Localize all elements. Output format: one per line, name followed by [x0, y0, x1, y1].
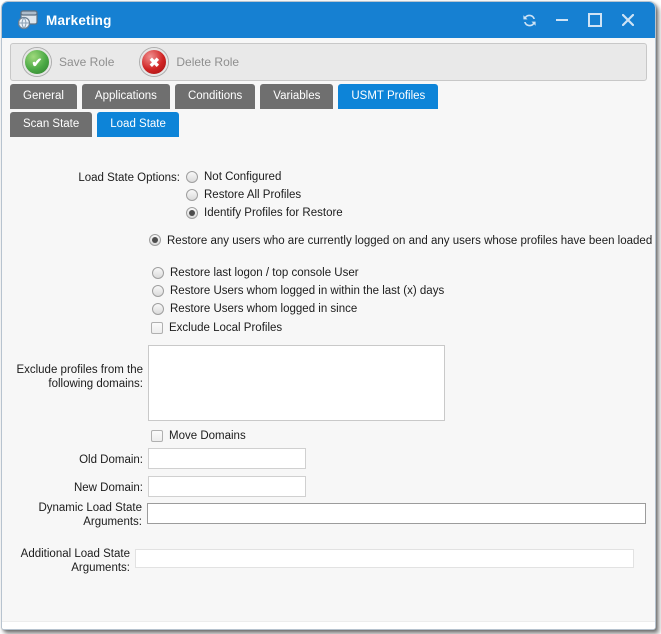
tab-general[interactable]: General	[10, 84, 77, 109]
maximize-button[interactable]	[586, 11, 604, 29]
radio-icon	[152, 267, 164, 279]
tab-load-state[interactable]: Load State	[97, 112, 179, 137]
checkbox-icon	[151, 430, 163, 442]
window-title: Marketing	[46, 13, 112, 28]
window-controls	[520, 11, 655, 29]
radio-icon	[186, 189, 198, 201]
radio-option-restore-logged-on-users[interactable]: Restore any users who are currently logg…	[149, 233, 656, 249]
marketing-window: Marketing ✔ Save Rol	[1, 1, 656, 630]
delete-role-label: Delete Role	[176, 55, 239, 69]
radio-option-last-x-days[interactable]: Restore Users whom logged in within the …	[152, 282, 444, 299]
main-tabs: General Applications Conditions Variable…	[10, 84, 438, 109]
exclude-domains-textarea[interactable]	[148, 345, 445, 421]
radio-option-restore-all-profiles[interactable]: Restore All Profiles	[186, 186, 301, 203]
window-footer	[2, 621, 655, 629]
close-button[interactable]	[619, 11, 637, 29]
move-domains-checkbox[interactable]: Move Domains	[151, 427, 246, 444]
titlebar: Marketing	[2, 2, 655, 38]
radio-option-not-configured[interactable]: Not Configured	[186, 168, 281, 185]
refresh-icon	[522, 13, 537, 28]
additional-load-state-arguments-input[interactable]	[135, 549, 634, 568]
delete-role-button[interactable]: ✖ Delete Role	[140, 48, 239, 76]
checkbox-label: Exclude Local Profiles	[169, 322, 282, 334]
maximize-icon	[588, 13, 602, 27]
radio-label: Identify Profiles for Restore	[204, 207, 343, 219]
radio-label: Restore Users whom logged in within the …	[170, 285, 444, 297]
save-role-label: Save Role	[59, 55, 114, 69]
exclude-local-profiles-checkbox[interactable]: Exclude Local Profiles	[151, 319, 282, 336]
tab-conditions[interactable]: Conditions	[175, 84, 255, 109]
radio-label: Not Configured	[204, 171, 281, 183]
checkbox-icon	[151, 322, 163, 334]
tab-scan-state[interactable]: Scan State	[10, 112, 92, 137]
new-domain-label: New Domain:	[2, 481, 143, 495]
exclude-domains-label: Exclude profiles from the following doma…	[2, 363, 143, 391]
minimize-button[interactable]	[553, 11, 571, 29]
new-domain-input[interactable]	[148, 476, 306, 497]
usmt-sub-tabs: Scan State Load State	[10, 112, 179, 137]
radio-label: Restore All Profiles	[204, 189, 301, 201]
radio-icon	[186, 207, 198, 219]
radio-icon	[152, 285, 164, 297]
checkbox-label: Move Domains	[169, 430, 246, 442]
toolbar: ✔ Save Role ✖ Delete Role	[10, 43, 647, 81]
additional-args-label: Additional Load State Arguments:	[2, 547, 130, 575]
dynamic-load-state-arguments-input[interactable]	[147, 503, 646, 524]
old-domain-input[interactable]	[148, 448, 306, 469]
load-state-form: Load State Options: Not Configured Resto…	[2, 142, 655, 629]
radio-option-logged-in-since[interactable]: Restore Users whom logged in since	[152, 300, 357, 317]
radio-icon	[152, 303, 164, 315]
radio-label: Restore any users who are currently logg…	[167, 235, 652, 247]
radio-icon	[149, 234, 161, 246]
dynamic-args-label: Dynamic Load State Arguments:	[2, 501, 142, 529]
x-circle-icon: ✖	[140, 48, 168, 76]
check-circle-icon: ✔	[23, 48, 51, 76]
save-role-button[interactable]: ✔ Save Role	[23, 48, 114, 76]
close-icon	[622, 14, 634, 26]
old-domain-label: Old Domain:	[2, 453, 143, 467]
tab-variables[interactable]: Variables	[260, 84, 333, 109]
load-state-options-label: Load State Options:	[2, 171, 180, 185]
radio-label: Restore last logon / top console User	[170, 267, 359, 279]
radio-label: Restore Users whom logged in since	[170, 303, 357, 315]
tab-applications[interactable]: Applications	[82, 84, 170, 109]
app-box-globe-icon	[16, 10, 38, 30]
radio-icon	[186, 171, 198, 183]
radio-option-last-logon[interactable]: Restore last logon / top console User	[152, 264, 359, 281]
radio-option-identify-profiles[interactable]: Identify Profiles for Restore	[186, 204, 343, 221]
tab-usmt-profiles[interactable]: USMT Profiles	[338, 84, 438, 109]
refresh-button[interactable]	[520, 11, 538, 29]
minimize-icon	[556, 19, 568, 21]
